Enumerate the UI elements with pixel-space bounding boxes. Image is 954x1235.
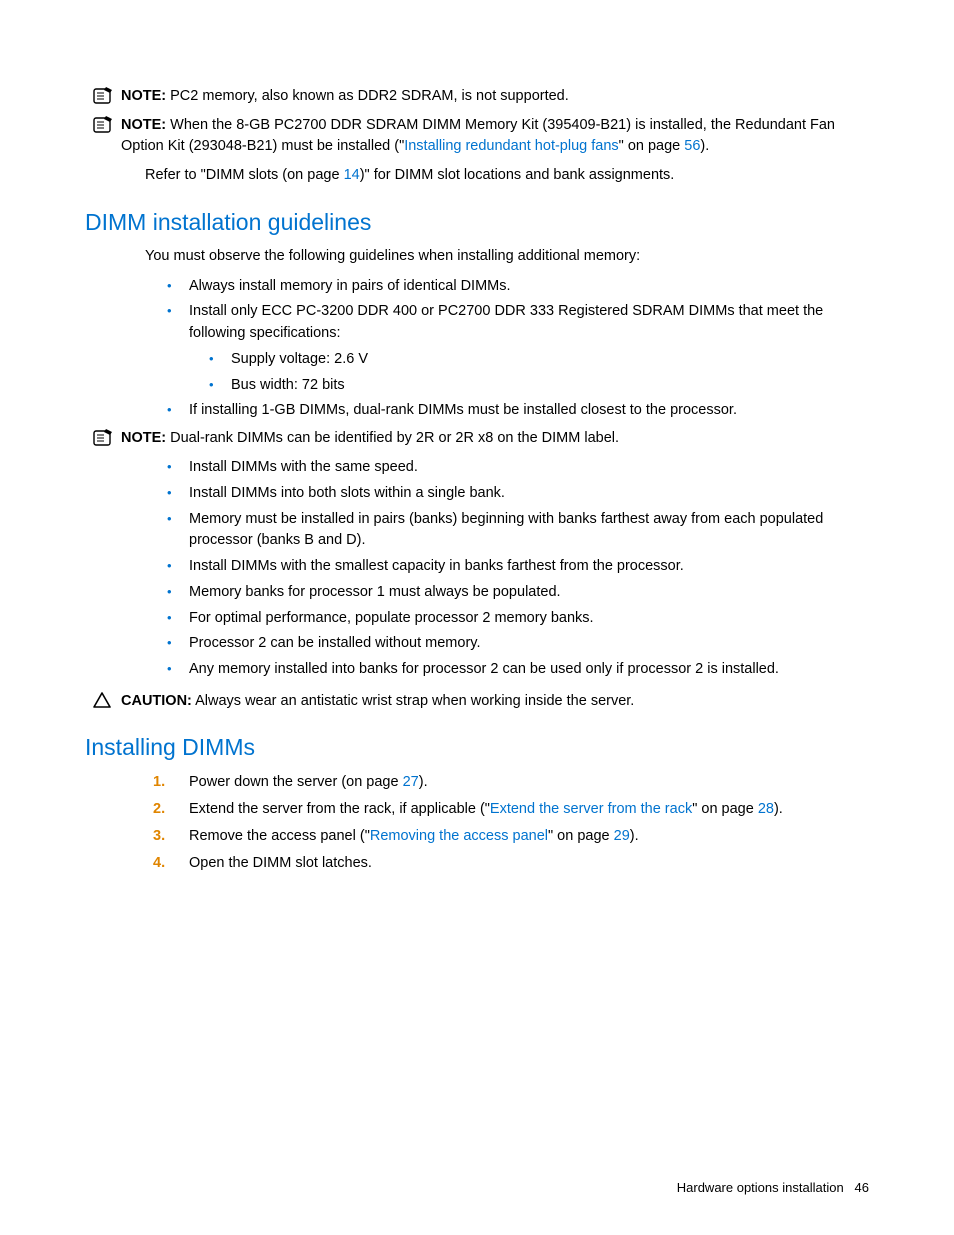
page-link[interactable]: 29: [614, 828, 630, 844]
step-item: Remove the access panel ("Removing the a…: [153, 825, 869, 848]
note-2: NOTE: When the 8-GB PC2700 DDR SDRAM DIM…: [93, 115, 869, 157]
list-item: Install DIMMs into both slots within a s…: [163, 483, 869, 505]
link-extend-rack[interactable]: Extend the server from the rack: [490, 801, 692, 817]
bullet-list: Install DIMMs with the same speed. Insta…: [163, 457, 869, 681]
note-label: NOTE:: [121, 117, 166, 133]
list-item: Memory banks for processor 1 must always…: [163, 582, 869, 604]
list-item: Bus width: 72 bits: [205, 375, 869, 397]
note-icon: [93, 115, 115, 135]
list-item: Memory must be installed in pairs (banks…: [163, 509, 869, 553]
note-text: Dual-rank DIMMs can be identified by 2R …: [166, 430, 619, 446]
bullet-list: If installing 1-GB DIMMs, dual-rank DIMM…: [163, 400, 869, 422]
bullet-list: Always install memory in pairs of identi…: [163, 276, 869, 345]
paragraph-refer: Refer to "DIMM slots (on page 14)" for D…: [145, 165, 869, 187]
step-list: Power down the server (on page 27). Exte…: [153, 771, 869, 876]
step-item: Open the DIMM slot latches.: [153, 852, 869, 875]
link-access-panel[interactable]: Removing the access panel: [370, 828, 548, 844]
note-text: PC2 memory, also known as DDR2 SDRAM, is…: [166, 88, 569, 104]
list-item: Install DIMMs with the same speed.: [163, 457, 869, 479]
step-item: Extend the server from the rack, if appl…: [153, 798, 869, 821]
caution: CAUTION: Always wear an antistatic wrist…: [93, 691, 869, 712]
page-link[interactable]: 56: [684, 138, 700, 154]
list-item: Any memory installed into banks for proc…: [163, 659, 869, 681]
list-item: For optimal performance, populate proces…: [163, 608, 869, 630]
note-1: NOTE: PC2 memory, also known as DDR2 SDR…: [93, 86, 869, 107]
caution-icon: [93, 692, 111, 708]
heading-installing-dimms: Installing DIMMs: [85, 734, 869, 761]
page-link[interactable]: 28: [758, 801, 774, 817]
note-3: NOTE: Dual-rank DIMMs can be identified …: [93, 428, 869, 449]
footer-page: 46: [855, 1180, 869, 1195]
page-footer: Hardware options installation 46: [677, 1180, 869, 1195]
link-fans[interactable]: Installing redundant hot-plug fans: [404, 138, 618, 154]
note-icon: [93, 86, 115, 106]
bullet-sublist: Supply voltage: 2.6 V Bus width: 72 bits: [205, 349, 869, 397]
heading-dimm-guidelines: DIMM installation guidelines: [85, 209, 869, 236]
list-item: Install only ECC PC-3200 DDR 400 or PC27…: [163, 301, 869, 345]
page-link[interactable]: 27: [403, 774, 419, 790]
page-link[interactable]: 14: [344, 167, 360, 183]
note-text: " on page: [619, 138, 685, 154]
step-item: Power down the server (on page 27).: [153, 771, 869, 794]
note-label: NOTE:: [121, 88, 166, 104]
note-text: ).: [700, 138, 709, 154]
note-icon: [93, 428, 115, 448]
caution-label: CAUTION:: [121, 693, 192, 709]
list-item: Supply voltage: 2.6 V: [205, 349, 869, 371]
note-label: NOTE:: [121, 430, 166, 446]
paragraph-intro: You must observe the following guideline…: [145, 246, 869, 268]
caution-text: Always wear an antistatic wrist strap wh…: [192, 693, 634, 709]
list-item: Always install memory in pairs of identi…: [163, 276, 869, 298]
footer-title: Hardware options installation: [677, 1180, 844, 1195]
list-item: Processor 2 can be installed without mem…: [163, 633, 869, 655]
list-item: Install DIMMs with the smallest capacity…: [163, 556, 869, 578]
list-item: If installing 1-GB DIMMs, dual-rank DIMM…: [163, 400, 869, 422]
